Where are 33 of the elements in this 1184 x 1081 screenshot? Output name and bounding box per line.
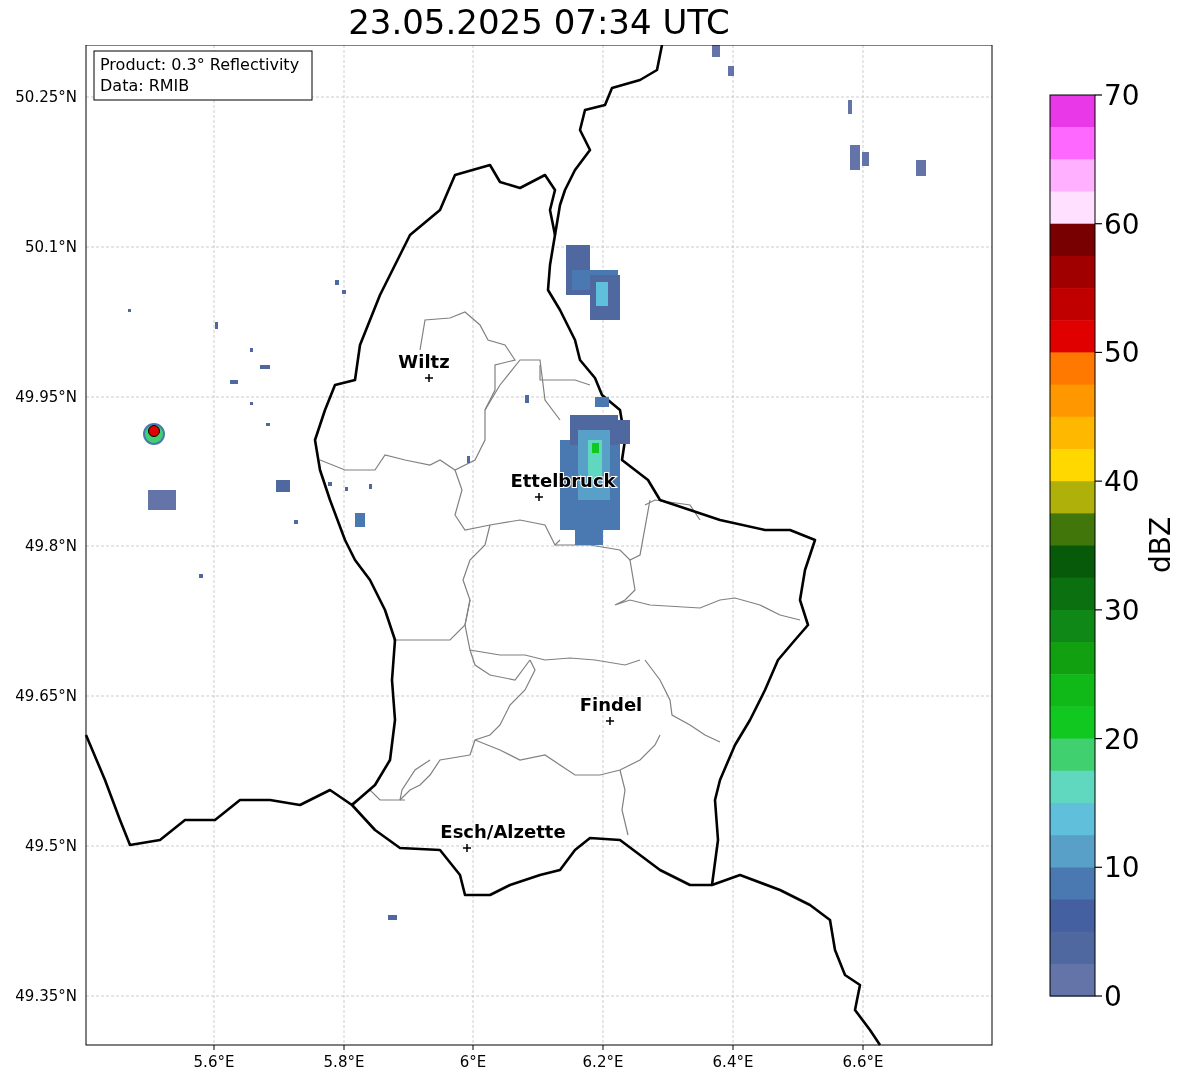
info-text: Data: RMIB: [100, 76, 190, 95]
axis-tick-label: 49.65°N: [15, 687, 77, 705]
axis-tick-label: 49.8°N: [24, 537, 77, 555]
axis-tick-label: 50.1°N: [24, 238, 77, 256]
axis-tick-label: 6.4°E: [712, 1053, 754, 1071]
city-marker-icon: [605, 716, 615, 726]
axis-tick-label: 6.2°E: [582, 1053, 624, 1071]
colorbar-tick-label: 20: [1104, 722, 1140, 756]
colorbar-tick-label: 30: [1104, 593, 1140, 627]
city-label: Findel: [579, 694, 643, 715]
axis-tick-label: 49.95°N: [15, 388, 77, 406]
axis-tick-label: 49.35°N: [15, 987, 77, 1005]
colorbar-tick-label: 0: [1104, 980, 1122, 1013]
axis-tick-label: 5.6°E: [193, 1053, 235, 1071]
chart-title: 23.05.2025 07:34 UTC: [348, 1, 730, 44]
colorbar-label: dBZ: [1144, 516, 1177, 574]
axis-tick-label: 49.5°N: [24, 837, 77, 855]
colorbar-tick-label: 10: [1104, 851, 1140, 885]
city-marker-icon: [424, 373, 434, 383]
city-label: Wiltz: [398, 351, 450, 372]
colorbar-tick-label: 40: [1104, 465, 1140, 499]
info-text: Product: 0.3° Reflectivity: [100, 55, 300, 74]
axis-tick-label: 6°E: [459, 1053, 487, 1071]
colorbar-tick-label: 60: [1104, 207, 1140, 241]
radar-site-icon: [143, 423, 165, 445]
colorbar-tick-label: 50: [1104, 336, 1140, 370]
axis-tick-label: 5.8°E: [323, 1053, 365, 1071]
city-label: Esch/Alzette: [440, 821, 566, 842]
axis-tick-label: 6.6°E: [842, 1053, 884, 1071]
city-marker-icon: [462, 843, 472, 853]
city-marker-icon: [534, 492, 544, 502]
colorbar-tick-label: 70: [1104, 79, 1140, 112]
axis-tick-label: 50.25°N: [15, 88, 77, 106]
